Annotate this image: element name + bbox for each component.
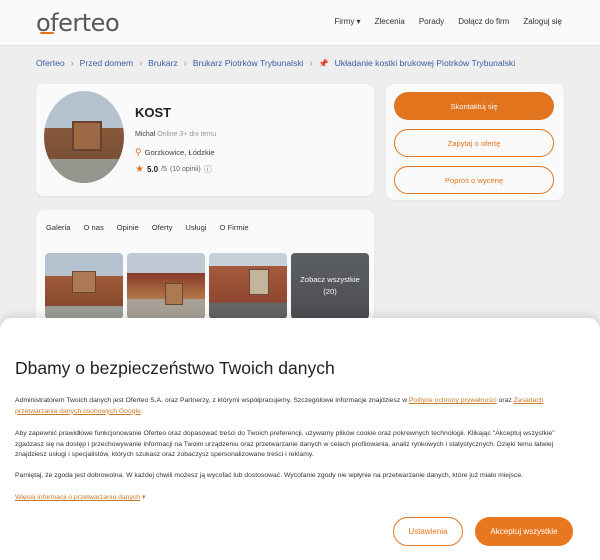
privacy-policy-link[interactable]: Polityce ochrony prywatności xyxy=(409,397,497,404)
cookie-consent-modal: Dbamy o bezpieczeństwo Twoich danych Adm… xyxy=(0,318,600,560)
chevron-down-icon[interactable]: ▾ xyxy=(142,494,146,501)
consent-admin-end: . xyxy=(140,407,143,415)
consent-admin-mid: oraz xyxy=(496,397,514,404)
consent-admin-text: Administratorem Twoich danych jest Ofert… xyxy=(15,397,409,404)
consent-paragraph-admin: Administratorem Twoich danych jest Ofert… xyxy=(15,396,585,417)
more-info-row: Więcej informacji o przetwarzaniu danych… xyxy=(15,493,585,504)
consent-title: Dbamy o bezpieczeństwo Twoich danych xyxy=(15,358,335,378)
consent-paragraph-cookies: Aby zapewnić prawidłowe funkcjonowanie O… xyxy=(15,430,555,458)
consent-paragraph-voluntary: Pamiętaj, że zgoda jest dobrowolna. W ka… xyxy=(15,472,524,479)
more-info-link[interactable]: Więcej informacji o przetwarzaniu danych xyxy=(15,494,140,501)
settings-button[interactable]: Ustawienia xyxy=(393,517,463,546)
accept-all-button[interactable]: Akceptuj wszystkie xyxy=(475,517,573,546)
